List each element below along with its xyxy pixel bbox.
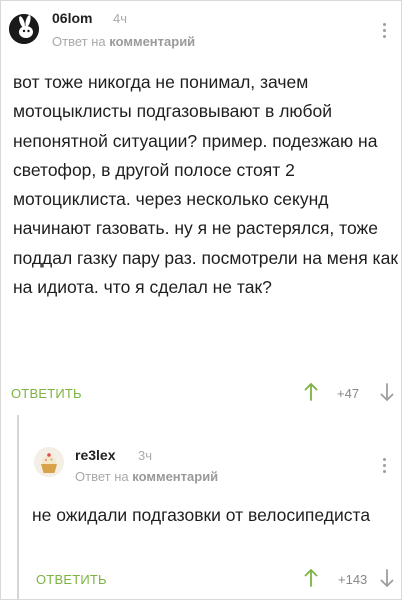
comment-time: 3ч (138, 448, 153, 463)
comment-time: 4ч (113, 11, 128, 26)
reply-to-link[interactable]: комментарий (132, 469, 218, 484)
reply-to-link[interactable]: комментарий (109, 34, 195, 49)
reply-button[interactable]: ОТВЕТИТЬ (36, 572, 107, 587)
comment: 06lom 4ч Ответ на комментарий вот тоже н… (1, 1, 401, 413)
more-vertical-icon[interactable] (383, 458, 389, 476)
reply-to-line: Ответ на комментарий (75, 469, 218, 484)
username[interactable]: 06lom (52, 10, 92, 26)
reply-to-prefix: Ответ на (75, 469, 129, 484)
arrow-up-icon[interactable] (304, 568, 318, 587)
comment-text: не ожидали подгазовки от велосипедиста (32, 505, 371, 525)
reply-to-prefix: Ответ на (52, 34, 106, 49)
more-vertical-icon[interactable] (383, 23, 389, 41)
rating: +47 (337, 386, 360, 401)
username[interactable]: re3lex (75, 447, 115, 463)
arrow-up-icon[interactable] (304, 382, 318, 401)
comment-reply: re3lex 3ч Ответ на комментарий не ожидал… (18, 427, 401, 599)
reply-button[interactable]: ОТВЕТИТЬ (11, 386, 82, 401)
cupcake-avatar-icon[interactable] (34, 447, 64, 477)
arrow-down-icon[interactable] (380, 383, 394, 402)
comment-text: вот тоже никогда не понимал, зачем мотоц… (13, 72, 398, 298)
rabbit-avatar-icon[interactable] (9, 14, 39, 44)
arrow-down-icon[interactable] (380, 569, 394, 588)
rating: +143 (338, 572, 368, 587)
reply-to-line: Ответ на комментарий (52, 34, 195, 49)
